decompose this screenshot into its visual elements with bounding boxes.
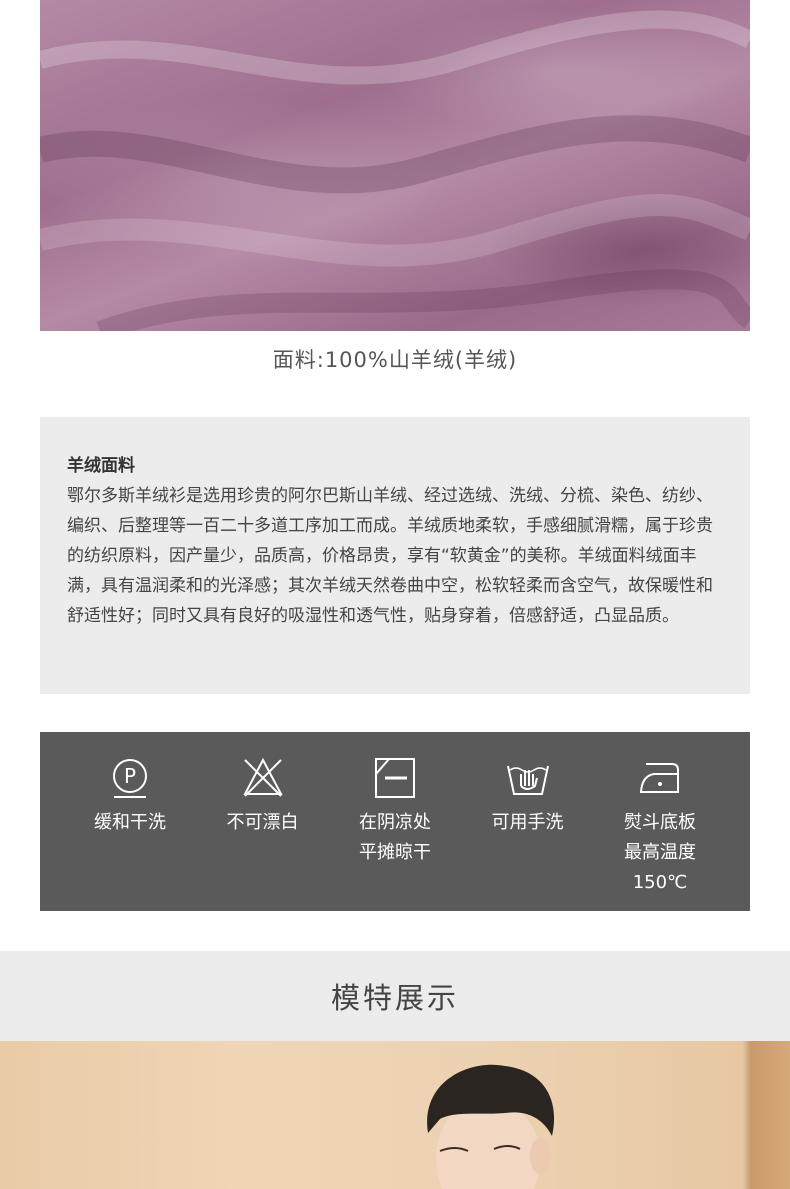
fabric-description-panel: 羊绒面料 鄂尔多斯羊绒衫是选用珍贵的阿尔巴斯山羊绒、经过选绒、洗绒、分梳、染色、… — [40, 417, 750, 694]
care-label: 在阴凉处 平摊晾干 — [359, 812, 431, 863]
care-item-hand-wash: 可用手洗 — [464, 756, 592, 911]
model-photo-image — [0, 1041, 790, 1189]
care-item-iron: 熨斗底板 最高温度 150℃ — [596, 756, 724, 911]
care-item-dry-clean: P 缓和干洗 — [66, 756, 194, 911]
care-label: 不可漂白 — [226, 812, 299, 833]
no-bleach-icon — [242, 757, 283, 797]
care-instructions-panel: P 缓和干洗 不可漂白 在阴凉处 平摊晾干 可用手洗 熨斗底板 最高温度 150… — [40, 732, 750, 911]
care-label: 缓和干洗 — [94, 812, 166, 833]
hand-wash-icon — [506, 765, 549, 795]
iron-icon — [639, 763, 679, 793]
svg-text:P: P — [124, 764, 136, 788]
care-label: 可用手洗 — [491, 812, 564, 833]
model-section-title: 模特展示 — [0, 951, 790, 1041]
care-item-no-bleach: 不可漂白 — [199, 756, 327, 911]
dry-clean-p-icon: P — [113, 759, 147, 798]
care-item-dry-flat: 在阴凉处 平摊晾干 — [331, 756, 459, 911]
description-body: 鄂尔多斯羊绒衫是选用珍贵的阿尔巴斯山羊绒、经过选绒、洗绒、分梳、染色、纺纱、编织… — [67, 486, 713, 626]
care-label: 熨斗底板 最高温度 150℃ — [624, 812, 696, 893]
description-title: 羊绒面料 — [67, 456, 135, 476]
fabric-closeup-image — [40, 0, 750, 331]
dry-flat-shade-icon — [375, 758, 415, 798]
fabric-caption: 面料:100%山羊绒(羊绒) — [272, 348, 518, 372]
